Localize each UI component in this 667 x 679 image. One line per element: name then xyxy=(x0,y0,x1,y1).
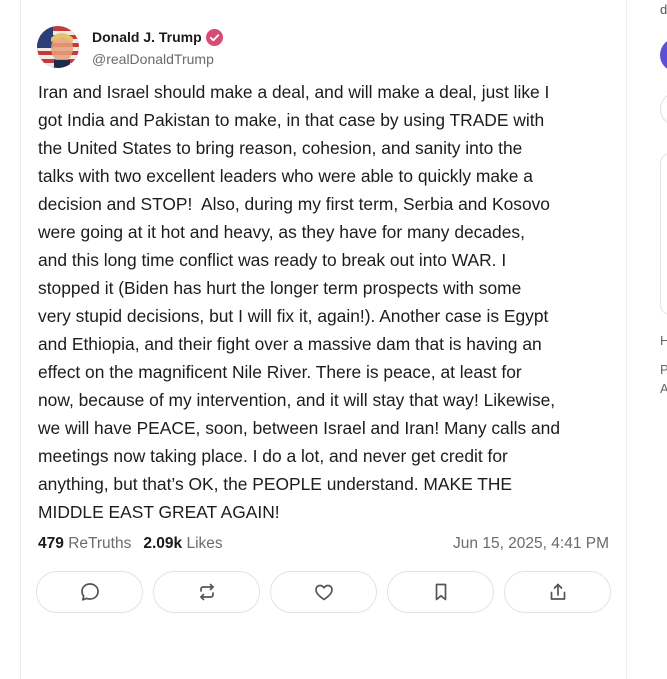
retruths-stat[interactable]: 479 ReTruths xyxy=(38,535,131,552)
sidebar-partial-text: d xyxy=(660,2,667,17)
sidebar-primary-button[interactable] xyxy=(660,38,667,72)
page: Donald J. Trump @realDonaldTrump Iran an… xyxy=(0,0,667,679)
retruth-icon xyxy=(199,583,214,601)
author-handle[interactable]: @realDonaldTrump xyxy=(92,51,214,67)
like-icon xyxy=(314,584,333,601)
sidebar-partial-label-1: H xyxy=(660,333,667,348)
post-timestamp[interactable]: Jun 15, 2025, 4:41 PM xyxy=(453,535,609,553)
retruths-count: 479 xyxy=(38,535,64,552)
share-button[interactable] xyxy=(504,571,611,613)
post-body-text: Iran and Israel should make a deal, and … xyxy=(38,82,560,522)
likes-stat[interactable]: 2.09k Likes xyxy=(143,535,222,552)
retruths-label: ReTruths xyxy=(68,535,132,552)
author-name[interactable]: Donald J. Trump xyxy=(92,29,202,45)
reply-icon xyxy=(80,583,99,601)
avatar[interactable] xyxy=(37,26,79,68)
post-card: Donald J. Trump @realDonaldTrump Iran an… xyxy=(20,0,627,679)
likes-count: 2.09k xyxy=(143,535,183,552)
like-button[interactable] xyxy=(270,571,377,613)
retruth-button[interactable] xyxy=(153,571,260,613)
likes-label: Likes xyxy=(186,535,223,552)
reply-button[interactable] xyxy=(36,571,143,613)
bookmark-button[interactable] xyxy=(387,571,494,613)
verified-badge-icon xyxy=(206,29,223,46)
post-stats: 479 ReTruths 2.09k Likes xyxy=(38,535,223,553)
sidebar-secondary-button[interactable] xyxy=(660,92,667,126)
sidebar-partial-label-2: P xyxy=(660,362,667,377)
avatar-image xyxy=(37,26,79,68)
share-icon xyxy=(550,583,565,600)
sidebar-partial-label-3: A xyxy=(660,381,667,396)
sidebar-panel xyxy=(660,153,667,315)
bookmark-icon xyxy=(435,583,446,601)
